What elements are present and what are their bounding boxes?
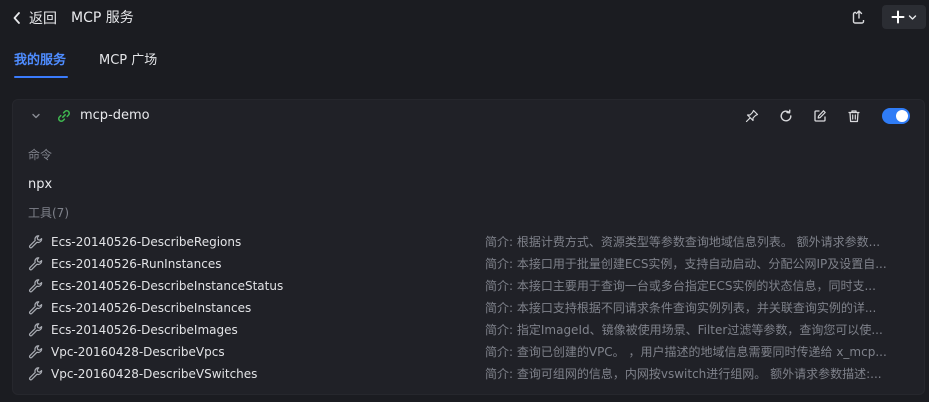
command-value: npx <box>28 177 53 192</box>
add-server-button[interactable] <box>882 5 926 29</box>
tool-description: 简介: 本接口支持根据不同请求条件查询实例列表，并关联查询实例的详... <box>485 301 877 315</box>
refresh-icon <box>779 109 793 123</box>
pin-icon <box>745 109 759 123</box>
plus-icon <box>891 10 905 24</box>
tool-row[interactable]: Vpc-20160428-DescribeVSwitches 简介: 查询可组网的… <box>13 363 924 385</box>
tool-description: 简介: 查询可组网的信息，内网按vswitch进行组网。 额外请求参数描述:..… <box>485 367 882 381</box>
tab-bar: 我的服务 MCP 广场 <box>0 44 929 80</box>
share-button[interactable] <box>848 6 870 28</box>
server-name: mcp-demo <box>80 108 150 123</box>
wrench-icon <box>28 322 44 338</box>
tool-name: Vpc-20160428-DescribeVpcs <box>51 345 225 359</box>
wrench-icon <box>28 300 44 316</box>
link-icon <box>56 108 72 124</box>
tool-name: Ecs-20140526-DescribeImages <box>51 323 238 337</box>
back-button[interactable]: 返回 <box>12 8 57 28</box>
command-label: 命令 <box>28 148 53 162</box>
tool-row[interactable]: Ecs-20140526-DescribeInstanceStatus 简介: 本… <box>13 275 924 297</box>
wrench-icon <box>28 366 44 382</box>
toggle-knob <box>896 110 908 122</box>
page-title: MCP 服务 <box>71 10 134 26</box>
tool-description: 简介: 本接口主要用于查询一台或多台指定ECS实例的状态信息，同时支... <box>485 279 876 293</box>
chevron-down-icon <box>908 13 917 22</box>
pin-button[interactable] <box>744 108 760 124</box>
delete-button[interactable] <box>846 108 862 124</box>
active-tab-indicator <box>14 76 68 78</box>
share-icon <box>851 9 867 25</box>
tab-mcp-square[interactable]: MCP 广场 <box>99 52 157 70</box>
wrench-icon <box>28 278 44 294</box>
back-label: 返回 <box>29 11 57 27</box>
tool-row[interactable]: Ecs-20140526-RunInstances 简介: 本接口用于批量创建EC… <box>13 253 924 275</box>
edit-button[interactable] <box>812 108 828 124</box>
top-bar: 返回 MCP 服务 <box>0 0 929 36</box>
trash-icon <box>847 109 861 123</box>
enable-toggle[interactable] <box>882 108 910 124</box>
server-card: mcp-demo 命令 npx 工具(7) Ecs-20140526-Descr… <box>12 99 925 395</box>
wrench-icon <box>28 256 44 272</box>
tab-my-services[interactable]: 我的服务 <box>14 52 66 70</box>
tools-label: 工具(7) <box>28 206 69 220</box>
tool-name: Ecs-20140526-RunInstances <box>51 257 222 271</box>
tool-row[interactable]: Ecs-20140526-DescribeInstances 简介: 本接口支持根… <box>13 297 924 319</box>
edit-icon <box>813 109 827 123</box>
tool-description: 简介: 根据计费方式、资源类型等参数查询地域信息列表。 额外请求参数... <box>485 235 881 249</box>
tool-name: Ecs-20140526-DescribeInstanceStatus <box>51 279 284 293</box>
wrench-icon <box>28 234 44 250</box>
server-card-header: mcp-demo <box>13 100 924 134</box>
tool-row[interactable]: Ecs-20140526-DescribeRegions 简介: 根据计费方式、资… <box>13 231 924 253</box>
tool-description: 简介: 查询已创建的VPC。 ，用户描述的地域信息需要同时传递给 x_mcp..… <box>485 345 887 359</box>
refresh-button[interactable] <box>778 108 794 124</box>
tool-description: 简介: 本接口用于批量创建ECS实例，支持自动启动、分配公网IP及设置自... <box>485 257 887 271</box>
chevron-left-icon <box>12 8 26 28</box>
tool-name: Ecs-20140526-DescribeInstances <box>51 301 252 315</box>
tool-name: Vpc-20160428-DescribeVSwitches <box>51 367 258 381</box>
tool-description: 简介: 指定ImageId、镜像被使用场景、Filter过滤等参数，查询您可以使… <box>485 323 883 337</box>
tool-row[interactable]: Ecs-20140526-DescribeImages 简介: 指定ImageId… <box>13 319 924 341</box>
wrench-icon <box>28 344 44 360</box>
tool-row[interactable]: Vpc-20160428-DescribeVpcs 简介: 查询已创建的VPC。 … <box>13 341 924 363</box>
collapse-toggle[interactable] <box>29 109 43 123</box>
tool-name: Ecs-20140526-DescribeRegions <box>51 235 242 249</box>
